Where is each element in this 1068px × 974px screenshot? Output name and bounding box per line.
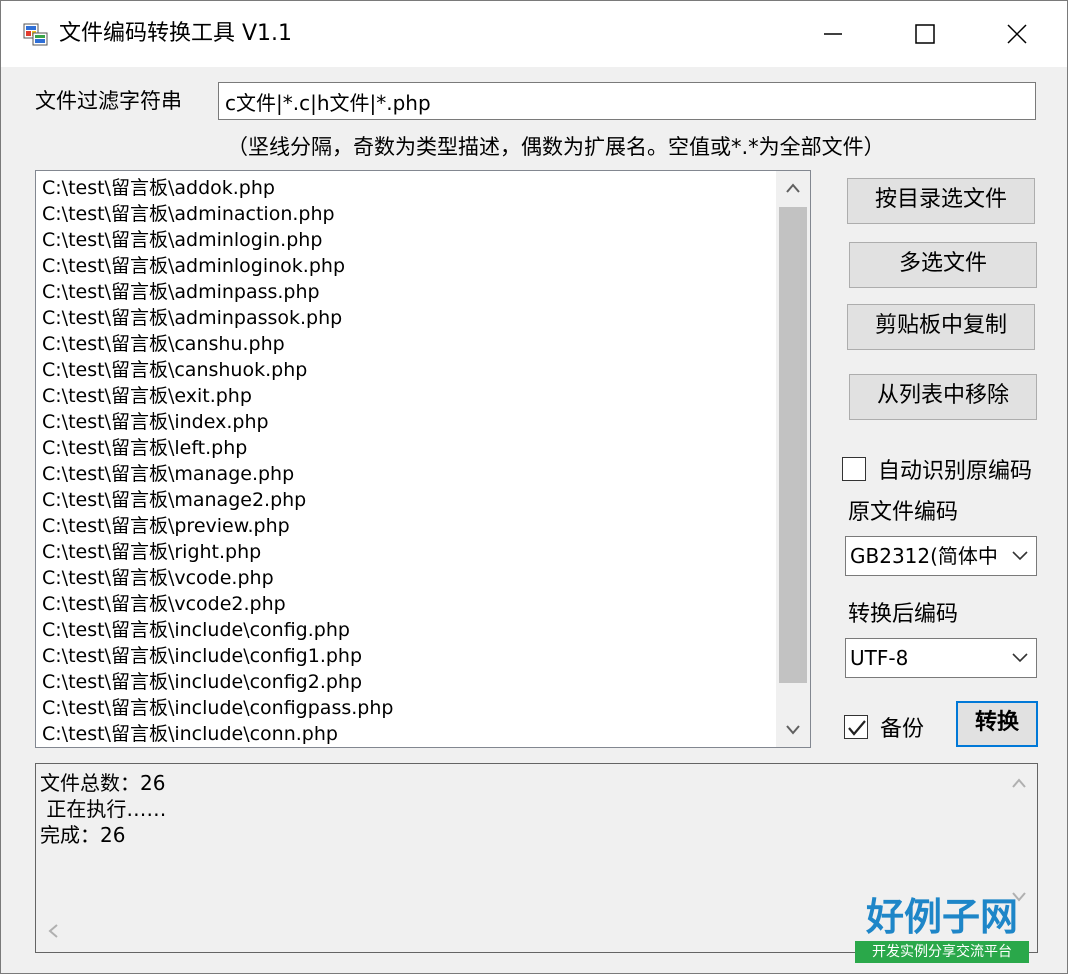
- list-item[interactable]: C:\test\留言板\preview.php: [42, 513, 778, 539]
- watermark-title: 好例子网: [865, 894, 1018, 939]
- source-encoding-select[interactable]: GB2312(简体中: [845, 536, 1037, 576]
- backup-row[interactable]: 备份: [844, 711, 924, 743]
- chevron-up-icon: [1012, 778, 1026, 788]
- list-item[interactable]: C:\test\留言板\adminpassok.php: [42, 305, 778, 331]
- list-item[interactable]: C:\test\留言板\manage2.php: [42, 487, 778, 513]
- scroll-down-button[interactable]: [776, 713, 810, 747]
- file-listbox[interactable]: C:\test\留言板\addok.php C:\test\留言板\admina…: [35, 170, 811, 748]
- list-item[interactable]: C:\test\留言板\include\config1.php: [42, 643, 778, 669]
- backup-label: 备份: [880, 717, 925, 742]
- app-icon: [23, 23, 48, 46]
- checkmark-icon: [848, 720, 866, 736]
- list-item[interactable]: C:\test\留言板\adminlogin.php: [42, 227, 778, 253]
- source-encoding-value: GB2312(简体中: [850, 544, 998, 568]
- list-item[interactable]: C:\test\留言板\canshuok.php: [42, 357, 778, 383]
- log-scroll-left-button[interactable]: [40, 914, 70, 944]
- target-encoding-value: UTF-8: [850, 646, 909, 670]
- watermark-subtitle: 开发实例分享交流平台: [855, 941, 1029, 963]
- select-by-directory-button[interactable]: 按目录选文件: [847, 178, 1035, 224]
- log-line: 完成：26: [40, 823, 126, 847]
- filter-hint: （坚线分隔，奇数为类型描述，偶数为扩展名。空值或*.*为全部文件）: [227, 135, 885, 159]
- source-encoding-label: 原文件编码: [848, 500, 959, 525]
- list-item[interactable]: C:\test\留言板\index.php: [42, 409, 778, 435]
- filter-input[interactable]: [218, 82, 1036, 120]
- chevron-down-icon: [1012, 653, 1028, 663]
- file-list-scrollbar[interactable]: [776, 171, 810, 747]
- watermark-logo: 好例子网 开发实例分享交流平台: [853, 895, 1031, 963]
- backup-checkbox[interactable]: [844, 715, 868, 739]
- close-icon: [1007, 24, 1027, 44]
- list-item[interactable]: C:\test\留言板\adminpass.php: [42, 279, 778, 305]
- target-encoding-label: 转换后编码: [848, 602, 959, 627]
- maximize-button[interactable]: [879, 1, 971, 67]
- log-line: 文件总数：26: [40, 771, 166, 795]
- scroll-thumb[interactable]: [779, 207, 807, 683]
- log-lines: 文件总数：26 正在执行…… 完成：26: [40, 770, 990, 848]
- list-item[interactable]: C:\test\留言板\right.php: [42, 539, 778, 565]
- list-item[interactable]: C:\test\留言板\vcode.php: [42, 565, 778, 591]
- filter-label: 文件过滤字符串: [35, 89, 182, 113]
- log-scroll-up-button[interactable]: [1004, 768, 1034, 798]
- paste-from-clipboard-button[interactable]: 剪贴板中复制: [847, 304, 1035, 350]
- list-item[interactable]: C:\test\留言板\addok.php: [42, 175, 778, 201]
- scroll-up-button[interactable]: [776, 171, 810, 205]
- list-item[interactable]: C:\test\留言板\left.php: [42, 435, 778, 461]
- auto-detect-row[interactable]: 自动识别原编码: [842, 453, 1032, 485]
- log-line: 正在执行……: [40, 797, 167, 821]
- main-window: 文件编码转换工具 V1.1 文件过滤字符串 （坚线分隔，奇数为类型描述，偶数为扩…: [0, 0, 1068, 974]
- minimize-button[interactable]: [787, 1, 879, 67]
- target-encoding-select[interactable]: UTF-8: [845, 638, 1037, 678]
- list-item[interactable]: C:\test\留言板\include\config2.php: [42, 669, 778, 695]
- close-button[interactable]: [971, 1, 1063, 67]
- list-item[interactable]: C:\test\留言板\adminloginok.php: [42, 253, 778, 279]
- title-bar[interactable]: 文件编码转换工具 V1.1: [1, 1, 1067, 67]
- list-item[interactable]: C:\test\留言板\include\config.php: [42, 617, 778, 643]
- maximize-icon: [915, 24, 935, 44]
- minimize-icon: [824, 33, 842, 35]
- list-item[interactable]: C:\test\留言板\manage.php: [42, 461, 778, 487]
- list-item[interactable]: C:\test\留言板\exit.php: [42, 383, 778, 409]
- list-item[interactable]: C:\test\留言板\canshu.php: [42, 331, 778, 357]
- list-item[interactable]: C:\test\留言板\include\conn.php: [42, 721, 778, 747]
- list-item[interactable]: C:\test\留言板\vcode2.php: [42, 591, 778, 617]
- file-items: C:\test\留言板\addok.php C:\test\留言板\admina…: [42, 175, 778, 747]
- multi-select-files-button[interactable]: 多选文件: [849, 242, 1037, 288]
- remove-from-list-button[interactable]: 从列表中移除: [849, 374, 1037, 420]
- chevron-up-icon: [786, 183, 800, 193]
- auto-detect-label: 自动识别原编码: [878, 459, 1033, 484]
- convert-button[interactable]: 转换: [956, 701, 1038, 747]
- list-item[interactable]: C:\test\留言板\adminaction.php: [42, 201, 778, 227]
- chevron-down-icon: [786, 725, 800, 735]
- list-item[interactable]: C:\test\留言板\include\configpass.php: [42, 695, 778, 721]
- window-title: 文件编码转换工具 V1.1: [59, 21, 293, 46]
- chevron-left-icon: [48, 924, 58, 938]
- auto-detect-checkbox[interactable]: [842, 457, 866, 481]
- chevron-down-icon: [1012, 551, 1028, 561]
